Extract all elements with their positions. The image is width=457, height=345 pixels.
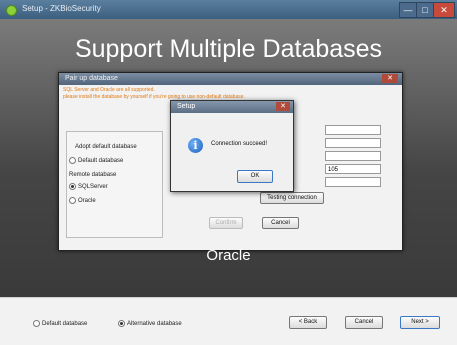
minimize-button[interactable]: —	[399, 2, 417, 18]
support-note: SQL Server and Oracle are all supported.	[63, 87, 155, 93]
window-title: Setup - ZKBioSecurity	[22, 4, 101, 13]
confirm-button[interactable]: Confirm	[209, 217, 243, 229]
adopt-default-label: Adopt default database	[75, 144, 137, 150]
ok-button[interactable]: OK	[237, 170, 273, 183]
app-icon	[6, 5, 17, 16]
footer-default-database-label: Default database	[42, 321, 88, 328]
footer-alternative-database-radio[interactable]: Alternative database	[118, 320, 182, 327]
message-close-button[interactable]: ✕	[276, 102, 290, 111]
server-field[interactable]	[325, 125, 381, 135]
connection-message-box: Setup ✕ i Connection succeed! OK	[170, 100, 294, 192]
radio-checked-icon	[118, 320, 125, 327]
window-close-button[interactable]: ✕	[433, 2, 455, 18]
sqlserver-label: SQLServer	[78, 184, 108, 191]
message-title-bar: Setup ✕	[171, 101, 293, 113]
sqlserver-radio[interactable]: SQLServer	[69, 183, 108, 190]
maximize-button[interactable]: □	[416, 2, 434, 18]
footer-default-database-radio[interactable]: Default database	[33, 320, 87, 327]
next-button[interactable]: Next >	[400, 316, 440, 329]
port-field[interactable]	[325, 138, 381, 148]
database-name-field[interactable]	[325, 151, 381, 161]
message-title: Setup	[177, 103, 196, 110]
title-bar: Setup - ZKBioSecurity — □ ✕	[0, 0, 457, 19]
wizard-footer: Default database Alternative database < …	[0, 297, 457, 345]
oracle-label: Oracle	[78, 198, 96, 205]
radio-icon	[33, 320, 40, 327]
footer-cancel-button[interactable]: Cancel	[345, 316, 383, 329]
radio-icon	[69, 157, 76, 164]
testing-connection-button[interactable]: Testing connection	[260, 192, 324, 204]
pair-dialog-title-bar: Pair up database ✕	[59, 73, 402, 85]
setup-window: Setup - ZKBioSecurity — □ ✕ Support Mult…	[0, 0, 457, 345]
oracle-radio[interactable]: Oracle	[69, 197, 96, 204]
banner-heading: Support Multiple Databases	[74, 35, 383, 63]
radio-icon	[69, 197, 76, 204]
back-button[interactable]: < Back	[289, 316, 327, 329]
remote-database-label: Remote database	[69, 172, 117, 178]
default-database-radio[interactable]: Default database	[69, 157, 123, 164]
database-options-group: Adopt default database Default database …	[66, 131, 163, 238]
pair-dialog-title: Pair up database	[65, 75, 118, 82]
default-database-label: Default database	[78, 158, 124, 165]
footer-alternative-database-label: Alternative database	[127, 321, 182, 328]
database-caption: Oracle	[206, 247, 251, 264]
message-text: Connection succeed!	[211, 141, 268, 147]
password-field[interactable]	[325, 177, 381, 187]
username-field[interactable]: 105	[325, 164, 381, 174]
radio-checked-icon	[69, 183, 76, 190]
pair-dialog-close-button[interactable]: ✕	[382, 74, 398, 83]
info-icon: i	[188, 138, 203, 153]
dialog-cancel-button[interactable]: Cancel	[262, 217, 299, 229]
